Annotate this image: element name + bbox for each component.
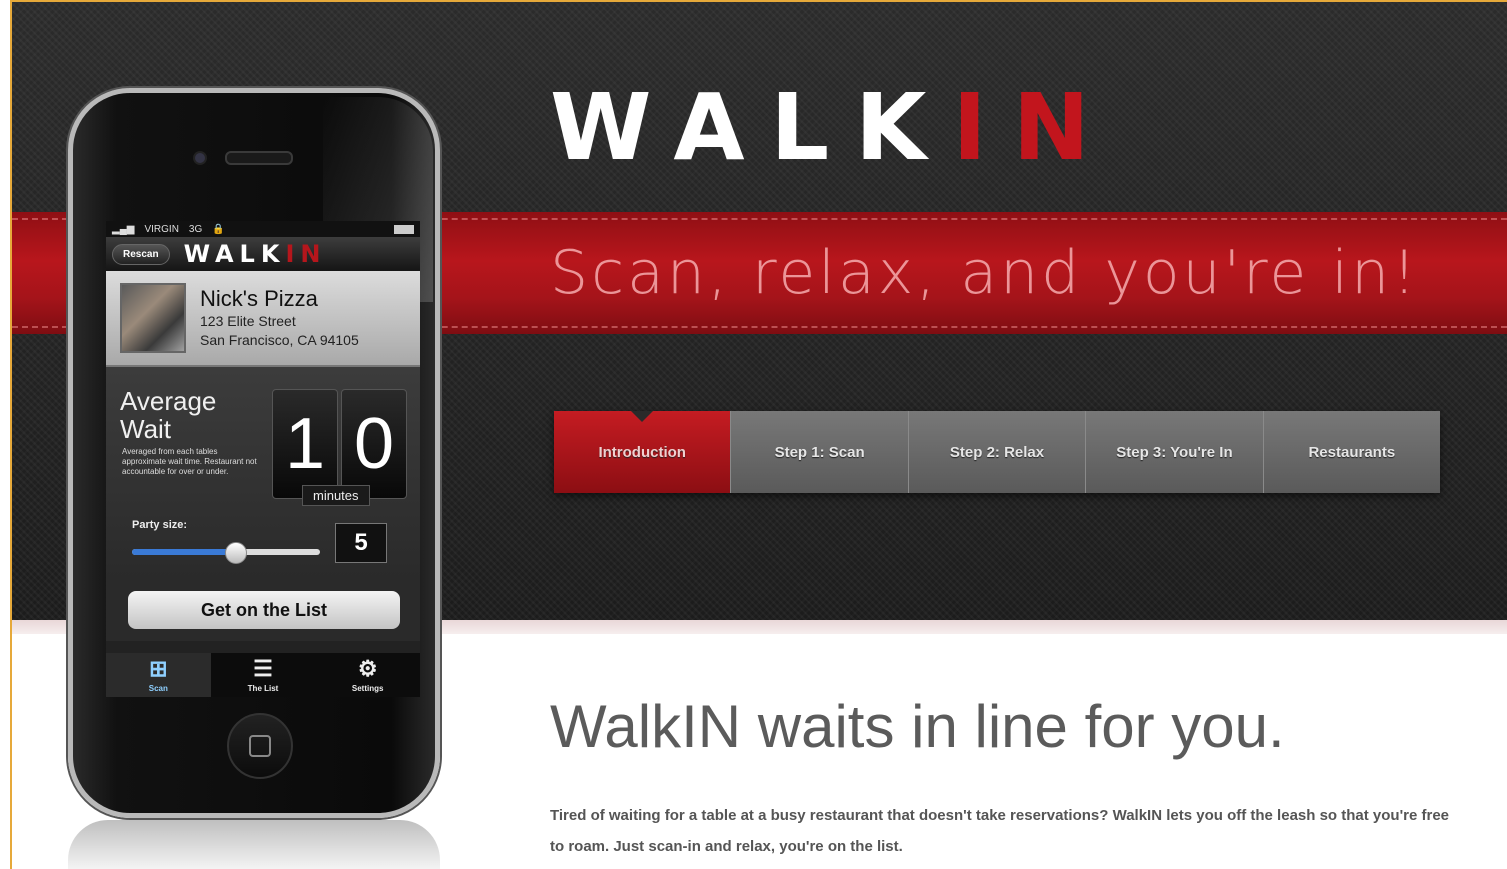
rescan-button[interactable]: Rescan [112, 243, 170, 265]
wait-note: Averaged from each tables approximate wa… [122, 447, 257, 476]
site-logo[interactable]: WALKIN [550, 74, 1116, 181]
restaurant-address-line2: San Francisco, CA 94105 [200, 332, 359, 348]
scan-icon: ⊞ [149, 655, 168, 681]
wait-title: Average Wait [120, 386, 217, 444]
party-size-value: 5 [335, 523, 387, 563]
party-size-label: Party size: [132, 519, 188, 531]
party-size-slider[interactable] [132, 542, 320, 564]
gear-icon: ⚙ [357, 655, 378, 681]
app-logo-main: WALK [183, 240, 286, 268]
tab-step-1-scan[interactable]: Step 1: Scan [730, 411, 908, 493]
tabbar-settings[interactable]: ⚙ Settings [315, 653, 420, 697]
restaurant-info: Nick's Pizza 123 Elite Street San Franci… [200, 286, 359, 350]
home-square-icon [249, 735, 271, 757]
speaker-grille [225, 151, 293, 165]
tabbar-settings-label: Settings [351, 683, 384, 693]
tab-introduction[interactable]: Introduction [554, 411, 731, 493]
lock-icon: 🔒 [212, 223, 225, 235]
tab-restaurants[interactable]: Restaurants [1262, 411, 1441, 493]
phone-device: ▂▄▆ VIRGIN 3G 🔒 Rescan WALKIN Nick's Piz… [68, 88, 440, 818]
list-icon: ☰ [253, 655, 273, 681]
signal-icon: ▂▄▆ [112, 223, 135, 235]
home-button[interactable] [227, 713, 293, 779]
slider-fill [132, 549, 236, 555]
logo-main: WALK [550, 74, 953, 181]
tab-step-2-relax[interactable]: Step 2: Relax [907, 411, 1086, 493]
main-tabs: Introduction Step 1: Scan Step 2: Relax … [554, 411, 1441, 493]
get-on-list-button[interactable]: Get on the List [128, 591, 400, 629]
tagline: Scan, relax, and you're in! [550, 238, 1420, 308]
phone-screen: ▂▄▆ VIRGIN 3G 🔒 Rescan WALKIN Nick's Piz… [106, 221, 420, 697]
wait-digit-ones: 0 [341, 389, 407, 499]
app-logo: WALKIN [184, 240, 327, 268]
logo-accent: IN [952, 74, 1116, 181]
wait-panel: Average Wait Averaged from each tables a… [106, 367, 420, 581]
tabbar-the-list[interactable]: ☰ The List [211, 653, 316, 697]
tab-step-3-youre-in[interactable]: Step 3: You're In [1085, 411, 1263, 493]
restaurant-card: Nick's Pizza 123 Elite Street San Franci… [106, 271, 420, 367]
app-tabbar: ⊞ Scan ☰ The List ⚙ Settings [106, 653, 420, 697]
cta-area: Get on the List [106, 581, 420, 641]
wait-unit: minutes [302, 485, 370, 506]
app-navbar: Rescan WALKIN [106, 237, 420, 271]
page-frame: WALKIN Scan, relax, and you're in! Intro… [10, 0, 1507, 869]
tabbar-list-label: The List [247, 683, 279, 693]
carrier-label: VIRGIN [144, 223, 179, 235]
camera-icon [193, 151, 207, 165]
slider-knob[interactable] [225, 542, 248, 564]
page-description: Tired of waiting for a table at a busy r… [550, 807, 1450, 855]
app-logo-accent: IN [285, 240, 327, 268]
network-label: 3G [188, 223, 203, 235]
page-headline: WalkIN waits in line for you. [550, 693, 1285, 760]
restaurant-photo [120, 283, 186, 353]
tabbar-scan[interactable]: ⊞ Scan [106, 653, 211, 697]
status-bar: ▂▄▆ VIRGIN 3G 🔒 [106, 221, 420, 237]
battery-icon [394, 224, 414, 234]
restaurant-name: Nick's Pizza [200, 286, 318, 311]
phone-reflection [68, 820, 440, 869]
restaurant-address-line1: 123 Elite Street [200, 313, 296, 329]
wait-digits: 1 0 [272, 389, 407, 499]
wait-digit-tens: 1 [272, 389, 338, 499]
tabbar-scan-label: Scan [148, 683, 168, 693]
